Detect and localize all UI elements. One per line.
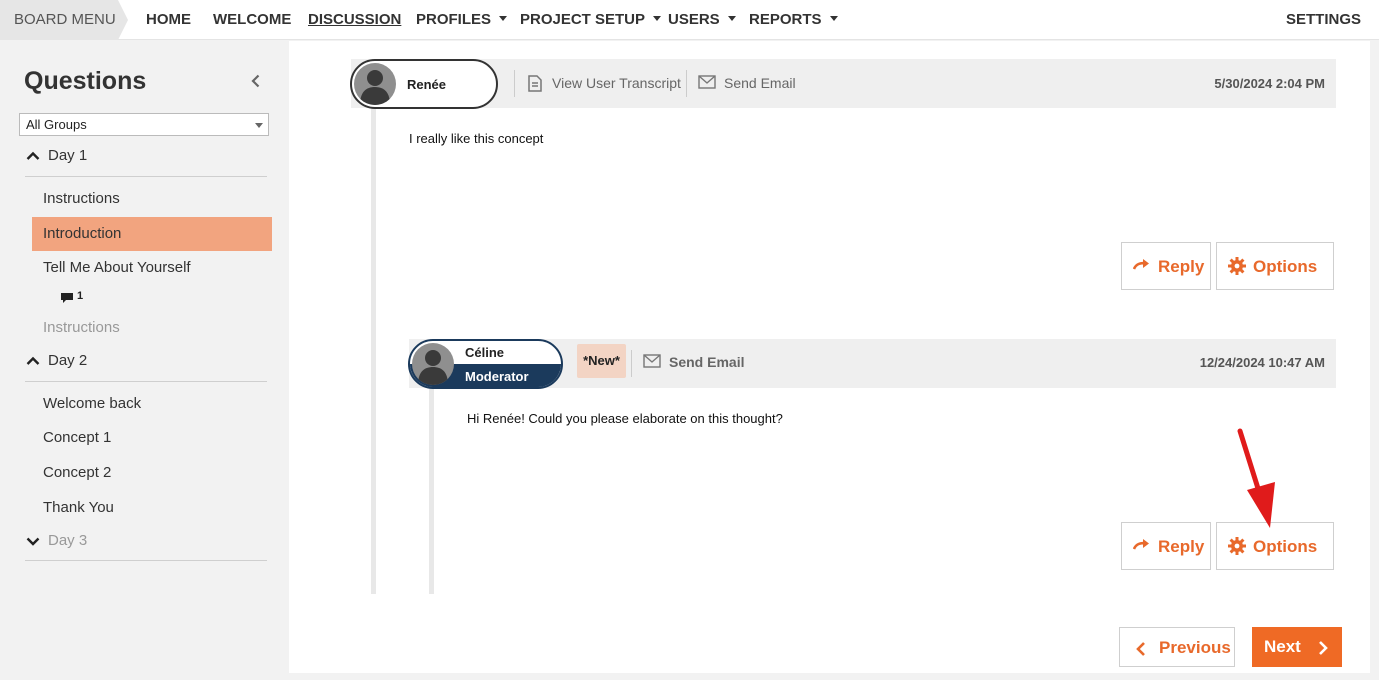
sidebar-item-welcome-back[interactable]: Welcome back [32, 387, 272, 421]
sidebar-title: Questions [24, 67, 147, 95]
chevron-up-icon [26, 356, 40, 365]
discussion-panel: Renée View User Transcript Send Email 5/… [289, 41, 1370, 673]
divider [686, 70, 687, 97]
sidebar-item-introduction[interactable]: Introduction [32, 217, 272, 251]
post-timestamp: 12/24/2024 10:47 AM [1199, 355, 1325, 370]
nav-project-setup-label: PROJECT SETUP [520, 11, 646, 28]
comment-count-value: 1 [77, 290, 84, 302]
author-name: Céline [465, 345, 505, 360]
post-body: I really like this concept [409, 131, 544, 146]
sidebar-item-instructions[interactable]: Instructions [32, 182, 272, 216]
nav-welcome[interactable]: WELCOME [213, 0, 291, 40]
divider [25, 381, 267, 382]
gear-icon [1228, 257, 1246, 275]
send-email-link[interactable]: Send Email [698, 73, 798, 93]
send-email-link[interactable]: Send Email [643, 352, 745, 372]
previous-button[interactable]: Previous [1119, 627, 1235, 667]
chevron-left-icon[interactable] [248, 73, 264, 89]
board-menu-button[interactable]: BOARD MENU [0, 0, 128, 40]
divider [514, 70, 515, 97]
chevron-left-icon [1136, 642, 1145, 656]
user-silhouette-icon [360, 70, 390, 105]
dropdown-arrow-icon [255, 123, 263, 128]
sidebar-item-thank-you[interactable]: Thank You [32, 491, 272, 525]
thread-indent-line [429, 388, 434, 594]
caret-down-icon [499, 16, 508, 21]
send-email-label: Send Email [724, 75, 796, 91]
top-navigation: BOARD MENU HOME WELCOME DISCUSSION PROFI… [0, 0, 1379, 40]
nav-discussion[interactable]: DISCUSSION [308, 0, 401, 40]
divider [25, 560, 267, 561]
sidebar-item-concept-1[interactable]: Concept 1 [32, 421, 272, 455]
post-body: Hi Renée! Could you please elaborate on … [467, 411, 783, 426]
day-2-label: Day 2 [48, 352, 88, 369]
nav-project-setup[interactable]: PROJECT SETUP [520, 0, 662, 40]
nav-users[interactable]: USERS [668, 0, 736, 40]
day-3-label: Day 3 [48, 532, 88, 549]
options-label: Options [1253, 257, 1318, 276]
sidebar-item-instructions-2[interactable]: Instructions [32, 311, 272, 345]
chevron-right-icon [1319, 641, 1328, 655]
post-timestamp: 5/30/2024 2:04 PM [1214, 76, 1325, 91]
reply-label: Reply [1158, 257, 1205, 276]
annotation-arrow-icon [1237, 428, 1275, 528]
previous-label: Previous [1159, 638, 1231, 657]
moderator-label: Moderator [465, 369, 529, 384]
document-icon [528, 75, 542, 92]
reply-arrow-icon [1133, 539, 1149, 550]
nav-settings[interactable]: SETTINGS [1286, 0, 1361, 40]
comment-icon [61, 293, 73, 303]
envelope-icon [698, 75, 716, 89]
reply-label: Reply [1158, 537, 1205, 556]
options-label: Options [1253, 537, 1318, 556]
group-filter-value: All Groups [26, 117, 87, 132]
next-label: Next [1264, 637, 1301, 656]
thread-indent-line [371, 100, 376, 594]
nav-reports-label: REPORTS [749, 11, 822, 28]
reply-arrow-icon [1133, 259, 1149, 270]
send-email-label: Send Email [669, 354, 745, 370]
sidebar-item-tell-me-about-yourself[interactable]: Tell Me About Yourself [32, 251, 272, 285]
view-transcript-link[interactable]: View User Transcript [528, 73, 681, 93]
caret-down-icon [727, 16, 736, 21]
divider [25, 176, 267, 177]
caret-down-icon [829, 16, 838, 21]
user-badge-renee[interactable]: Renée [350, 59, 498, 109]
nav-users-label: USERS [668, 11, 720, 28]
avatar [354, 63, 396, 105]
sidebar-item-concept-2[interactable]: Concept 2 [32, 456, 272, 490]
reply-button[interactable]: Reply [1121, 522, 1211, 570]
reply-button[interactable]: Reply [1121, 242, 1211, 290]
nav-reports[interactable]: REPORTS [749, 0, 838, 40]
options-button[interactable]: Options [1216, 242, 1334, 290]
envelope-icon [643, 354, 661, 368]
nav-home[interactable]: HOME [146, 0, 191, 40]
avatar [412, 343, 454, 385]
user-badge-celine[interactable]: Céline Moderator [408, 339, 563, 389]
caret-down-icon [653, 16, 662, 21]
divider [631, 350, 632, 377]
view-transcript-label: View User Transcript [552, 75, 681, 91]
nav-profiles-label: PROFILES [416, 11, 492, 28]
chevron-down-icon [26, 537, 40, 546]
group-filter-select[interactable]: All Groups [19, 113, 269, 136]
author-name: Renée [407, 77, 447, 92]
gear-icon [1228, 537, 1246, 555]
user-silhouette-icon [418, 350, 448, 385]
new-badge: *New* [577, 344, 626, 378]
nav-profiles[interactable]: PROFILES [416, 0, 508, 40]
chevron-up-icon [26, 151, 40, 160]
day-1-label: Day 1 [48, 147, 88, 164]
questions-sidebar: Questions All Groups Day 1 Instructions … [0, 41, 289, 680]
next-button[interactable]: Next [1252, 627, 1342, 667]
